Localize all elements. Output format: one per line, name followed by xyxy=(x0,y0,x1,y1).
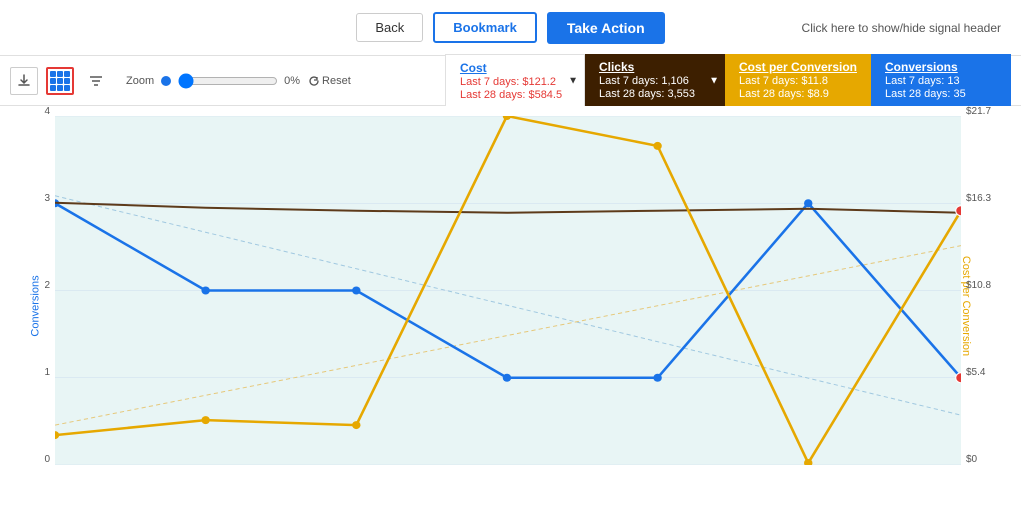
metrics-bar: Cost Last 7 days: $121.2 Last 28 days: $… xyxy=(445,54,1011,108)
chart-toolbar: Zoom 0% Reset Cost Last 7 days: $121.2 L… xyxy=(0,56,1021,106)
back-button[interactable]: Back xyxy=(356,13,423,42)
y-left-1: 1 xyxy=(44,367,50,378)
chart-area: 03 Dec, 21 04 Dec, 21 05 Dec, 21 06 Dec,… xyxy=(55,116,961,465)
y-axis-right: $21.7 $16.3 $10.8 $5.4 $0 xyxy=(961,106,1021,465)
page-header: Back Bookmark Take Action Click here to … xyxy=(0,0,1021,56)
zoom-section: Zoom 0% xyxy=(126,73,300,89)
reset-button[interactable]: Reset xyxy=(308,75,351,87)
y-right-108: $10.8 xyxy=(966,280,991,291)
metric-conversions-last7: Last 7 days: 13 xyxy=(885,75,997,87)
clicks-arrow-icon: ▼ xyxy=(709,75,719,86)
metric-cpc-last28: Last 28 days: $8.9 xyxy=(739,88,857,100)
metric-cost-title: Cost xyxy=(460,61,570,75)
zoom-percent: 0% xyxy=(284,75,300,87)
take-action-button[interactable]: Take Action xyxy=(547,12,665,44)
metric-card-conversions[interactable]: Conversions Last 7 days: 13 Last 28 days… xyxy=(871,54,1011,108)
zoom-label: Zoom xyxy=(126,75,154,87)
metric-clicks-last28: Last 28 days: 3,553 xyxy=(599,88,711,100)
y-left-3: 3 xyxy=(44,193,50,204)
bookmark-button[interactable]: Bookmark xyxy=(433,12,537,43)
reset-icon xyxy=(308,75,320,87)
y-right-54: $5.4 xyxy=(966,367,985,378)
zoom-dot-icon xyxy=(160,75,172,87)
cost-arrow-icon: ▼ xyxy=(568,75,578,86)
y-axis-left: 4 3 2 1 0 xyxy=(0,106,55,465)
metric-card-cost[interactable]: Cost Last 7 days: $121.2 Last 28 days: $… xyxy=(445,54,585,108)
y-right-163: $16.3 xyxy=(966,193,991,204)
chart-svg xyxy=(55,116,961,465)
metric-card-clicks[interactable]: Clicks Last 7 days: 1,106 Last 28 days: … xyxy=(585,54,725,108)
y-left-0: 0 xyxy=(44,454,50,465)
signal-header-hint[interactable]: Click here to show/hide signal header xyxy=(802,21,1001,35)
reset-label: Reset xyxy=(322,75,351,87)
y-left-4: 4 xyxy=(44,106,50,117)
zoom-slider[interactable] xyxy=(178,73,278,89)
metric-card-cpc[interactable]: Cost per Conversion Last 7 days: $11.8 L… xyxy=(725,54,871,108)
metric-cpc-last7: Last 7 days: $11.8 xyxy=(739,75,857,87)
metric-cpc-title: Cost per Conversion xyxy=(739,60,857,74)
metric-conversions-title: Conversions xyxy=(885,60,997,74)
metric-conversions-last28: Last 28 days: 35 xyxy=(885,88,997,100)
filter-icon[interactable] xyxy=(82,67,110,95)
metric-clicks-title: Clicks xyxy=(599,60,711,74)
grid-view-icon[interactable] xyxy=(46,67,74,95)
metric-clicks-last7: Last 7 days: 1,106 xyxy=(599,75,711,87)
y-left-2: 2 xyxy=(44,280,50,291)
y-right-217: $21.7 xyxy=(966,106,991,117)
y-right-0: $0 xyxy=(966,454,977,465)
metric-cost-last28: Last 28 days: $584.5 xyxy=(460,89,570,101)
chart-container: Conversions 4 3 2 1 0 Cost per Conversio… xyxy=(0,106,1021,505)
header-actions: Back Bookmark Take Action xyxy=(356,12,664,44)
metric-cost-last7: Last 7 days: $121.2 xyxy=(460,76,570,88)
download-icon[interactable] xyxy=(10,67,38,95)
